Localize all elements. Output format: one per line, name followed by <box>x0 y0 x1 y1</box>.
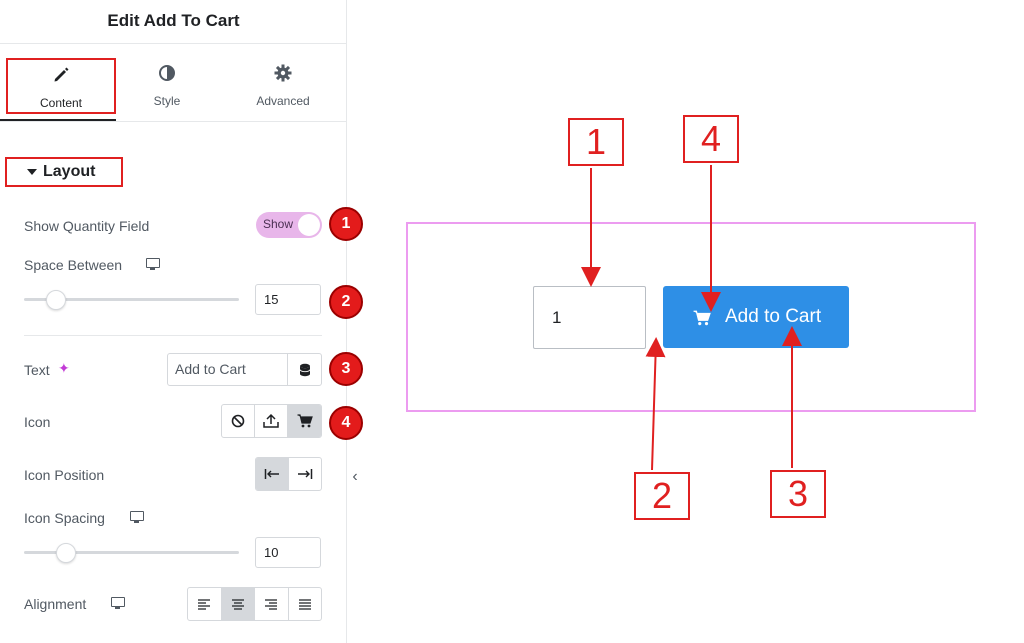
quantity-input[interactable]: 1 <box>533 286 646 349</box>
ban-icon[interactable] <box>222 405 255 437</box>
badge-2: 2 <box>329 285 363 319</box>
badge-3: 3 <box>329 352 363 386</box>
toggle-knob <box>298 214 320 236</box>
desktop-icon[interactable] <box>111 597 125 609</box>
tab-style[interactable]: Style <box>112 58 222 114</box>
icon-spacing-label: Icon Spacing <box>24 510 105 526</box>
add-to-cart-label: Add to Cart <box>725 306 822 327</box>
alignment-group <box>187 587 322 621</box>
add-to-cart-button[interactable]: Add to Cart <box>663 286 849 348</box>
half-circle-icon <box>112 64 222 88</box>
icon-position-group <box>255 457 322 491</box>
align-left-icon[interactable] <box>188 588 222 620</box>
align-start-icon[interactable] <box>256 458 289 490</box>
callout-4: 4 <box>683 115 739 163</box>
badge-4: 4 <box>329 406 363 440</box>
alignment-label: Alignment <box>24 596 87 612</box>
section-title: Layout <box>43 163 96 180</box>
tab-advanced[interactable]: Advanced <box>228 58 338 114</box>
gear-icon <box>228 64 338 88</box>
pencil-icon <box>8 66 114 90</box>
cart-icon[interactable] <box>288 405 321 437</box>
section-toggle-layout[interactable]: Layout <box>5 157 123 187</box>
desktop-icon[interactable] <box>130 511 144 523</box>
toggle-text: Show <box>263 217 294 231</box>
align-end-icon[interactable] <box>289 458 322 490</box>
align-center-icon[interactable] <box>221 588 255 620</box>
screenshot-stage: Edit Add To Cart Content Style Advanced … <box>0 0 1024 643</box>
badge-1: 1 <box>329 207 363 241</box>
panel-title: Edit Add To Cart <box>0 0 347 44</box>
icon-spacing-slider-thumb[interactable] <box>56 543 76 563</box>
ai-sparkle-icon[interactable]: ✦ <box>58 360 70 377</box>
callout-3: 3 <box>770 470 826 518</box>
editor-panel: Edit Add To Cart Content Style Advanced … <box>0 0 363 643</box>
desktop-icon[interactable] <box>146 258 160 270</box>
dynamic-tags-icon[interactable] <box>287 354 321 385</box>
callout-1: 1 <box>568 118 624 166</box>
align-right-icon[interactable] <box>255 588 289 620</box>
text-label: Text <box>24 362 50 378</box>
divider <box>24 335 322 336</box>
tab-advanced-label: Advanced <box>256 94 310 108</box>
upload-icon[interactable] <box>255 405 288 437</box>
text-field[interactable]: Add to Cart <box>167 353 322 386</box>
tab-content-label: Content <box>39 96 83 110</box>
cart-icon <box>693 286 711 348</box>
space-between-slider-thumb[interactable] <box>46 290 66 310</box>
tab-style-label: Style <box>153 94 181 108</box>
space-between-label: Space Between <box>24 257 123 273</box>
icon-choose-group <box>221 404 322 438</box>
caret-down-icon <box>27 169 37 175</box>
collapse-panel-button[interactable]: ‹ <box>340 452 370 502</box>
space-between-input[interactable]: 15 <box>255 284 321 315</box>
text-input[interactable]: Add to Cart <box>168 354 288 385</box>
justify-icon[interactable] <box>289 588 322 620</box>
callout-2: 2 <box>634 472 690 520</box>
chevron-left-icon: ‹ <box>352 468 358 485</box>
icon-position-label: Icon Position <box>24 467 105 483</box>
tabs-divider <box>0 121 347 122</box>
icon-spacing-input[interactable]: 10 <box>255 537 321 568</box>
show-quantity-label: Show Quantity Field <box>24 218 150 234</box>
icon-label: Icon <box>24 414 51 430</box>
tab-content[interactable]: Content <box>6 58 116 114</box>
show-quantity-toggle[interactable]: Show <box>256 212 322 238</box>
